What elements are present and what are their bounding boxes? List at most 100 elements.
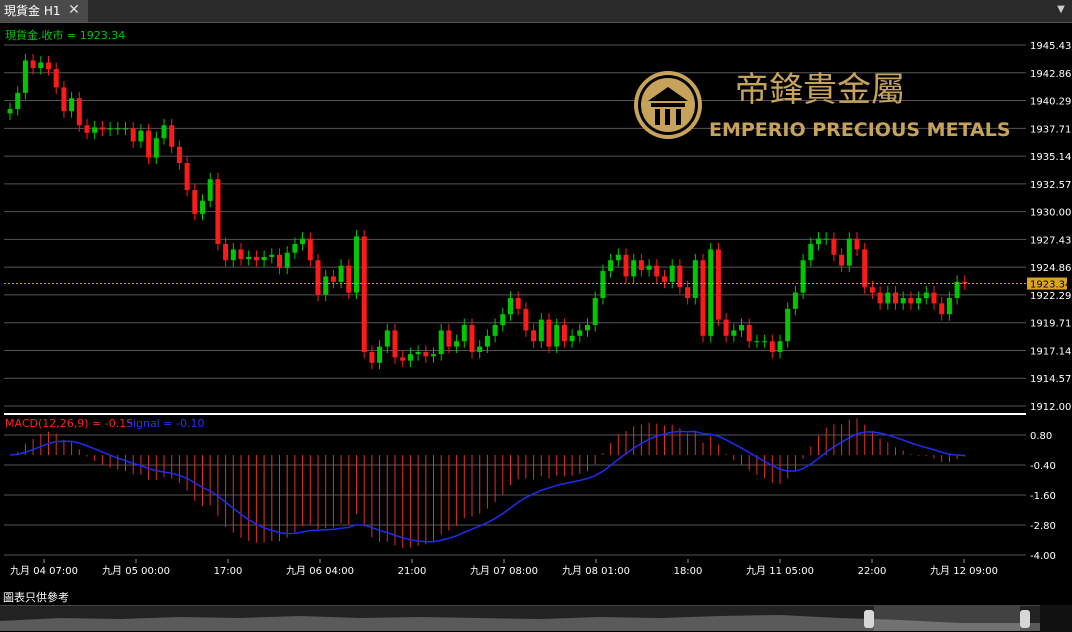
candle-body [554, 325, 560, 347]
time-axis-label: 九月 06 04:00 [286, 565, 354, 577]
candle-body [92, 127, 98, 133]
candle-body [592, 298, 598, 326]
candle-body [831, 238, 837, 255]
candle-body [615, 254, 621, 261]
candle-body [923, 292, 929, 299]
navigator-window[interactable] [874, 606, 1020, 631]
chart-navigator[interactable] [0, 605, 1040, 631]
candle-body [76, 98, 82, 126]
candle-body [292, 244, 298, 253]
tab-chart-gold-h1[interactable]: 現貨金 H1 ✕ [0, 0, 88, 22]
candle-body [392, 330, 398, 358]
candle-body [361, 236, 367, 353]
macd-tick-label: -1.60 [1030, 491, 1056, 502]
candle-body [307, 238, 313, 261]
candle-body [423, 352, 429, 357]
candle-body [400, 357, 406, 361]
company-logo: 帝鋒貴金屬 EMPERIO PRECIOUS METALS [634, 70, 1011, 141]
candle-body [192, 190, 198, 214]
price-tick-label: 1937.71 [1030, 124, 1071, 135]
price-tick-label: 1919.71 [1030, 319, 1071, 330]
candle-body [777, 341, 783, 353]
candle-body [407, 354, 413, 361]
candle-body [123, 128, 128, 130]
candle-body [269, 254, 275, 257]
candle-body [477, 346, 483, 353]
candle-body [369, 352, 375, 363]
candle-body [230, 249, 236, 261]
candle-body [323, 276, 329, 295]
time-axis-label: 九月 11 05:00 [746, 565, 814, 577]
candle-body [46, 62, 51, 70]
candle-body [608, 260, 614, 272]
candle-body [377, 346, 383, 363]
candle-body [84, 125, 90, 133]
time-axis-label: 九月 08 01:00 [562, 565, 630, 577]
price-tick-label: 1914.57 [1030, 374, 1071, 385]
candle-body [454, 341, 460, 347]
candle-body [61, 87, 67, 112]
candle-body [284, 252, 290, 268]
macd-tick-label: 0.80 [1030, 431, 1052, 442]
candle-body [330, 276, 336, 282]
candle-body [708, 249, 714, 336]
candle-body [916, 298, 922, 304]
candle-body [492, 325, 498, 336]
candle-body [723, 319, 729, 336]
candle-body [654, 265, 660, 277]
candle-body [739, 325, 744, 331]
candle-body [816, 238, 821, 245]
candle-body [839, 254, 845, 266]
candle-body [939, 303, 945, 315]
candle-body [7, 109, 13, 114]
candle-body [854, 238, 860, 250]
candle-body [207, 179, 213, 201]
candle-body [523, 308, 529, 331]
candle-body [715, 249, 721, 320]
candle-body [277, 254, 282, 268]
candle-body [885, 292, 891, 304]
macd-tick-label: -4.00 [1030, 551, 1056, 562]
candle-body [15, 92, 21, 110]
time-axis-label: 18:00 [674, 566, 703, 577]
price-tick-label: 1917.14 [1030, 346, 1071, 357]
candle-body [862, 249, 868, 288]
chart-area[interactable]: 1945.43 1942.86 1940.29 1937.71 1935.14 1932.… [0, 23, 1072, 605]
candle-body [161, 125, 167, 139]
signal-label: Signal = -0.10 [126, 417, 204, 430]
logo-chinese-text: 帝鋒貴金屬 [735, 70, 905, 110]
candle-body [623, 254, 629, 277]
price-tick-label: 1945.43 [1030, 41, 1071, 52]
candle-body [692, 260, 698, 299]
candle-body [500, 314, 506, 326]
candle-body [946, 298, 952, 315]
close-icon[interactable]: ✕ [66, 0, 82, 22]
tab-bar: 現貨金 H1 ✕ ▼ [0, 0, 1072, 23]
price-tick-label: 1935.14 [1030, 152, 1071, 163]
candle-body [438, 330, 444, 355]
price-tick-label: 1930.00 [1030, 208, 1071, 219]
candle-body [384, 330, 390, 347]
candle-body [577, 330, 583, 336]
candle-body [538, 319, 544, 342]
chevron-down-icon[interactable]: ▼ [1054, 2, 1068, 18]
candle-body [585, 325, 590, 331]
candle-body [893, 292, 898, 304]
candle-body [169, 125, 175, 147]
candle-body [646, 265, 652, 270]
price-chart-svg[interactable]: 1945.43 1942.86 1940.29 1937.71 1935.14 1932.… [0, 23, 1072, 589]
macd-tick-label: -0.40 [1030, 461, 1056, 472]
candle-body [638, 260, 644, 270]
candle-body [484, 335, 490, 347]
current-price-label: 1923.34 [1030, 280, 1071, 291]
candle-body [508, 298, 513, 315]
candle-body [546, 319, 552, 347]
candle-body [215, 179, 221, 245]
candle-body [253, 256, 259, 261]
candle-body [569, 335, 575, 342]
candle-body [900, 298, 906, 304]
macd-label: MACD(12,26,9) = -0.15 [5, 417, 133, 430]
price-tick-label: 1912.00 [1030, 402, 1071, 413]
navigator-right-handle[interactable] [1020, 610, 1030, 628]
navigator-left-handle[interactable] [864, 610, 874, 628]
